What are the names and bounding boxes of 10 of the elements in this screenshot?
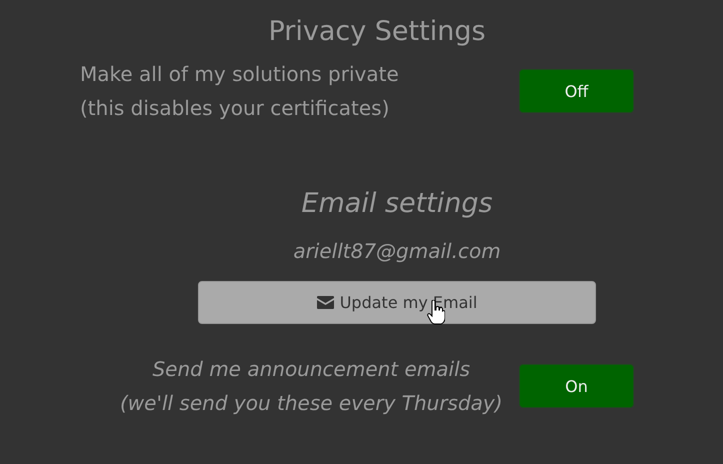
toggle-button[interactable]: On xyxy=(519,364,634,408)
toggle-button[interactable]: Off xyxy=(519,69,634,113)
setting-label: Make all of my solutions private xyxy=(80,61,399,88)
setting-label: Send me announcement emails xyxy=(151,356,472,383)
section-title: Privacy Settings xyxy=(267,15,487,49)
section-title: Email settings xyxy=(300,187,494,221)
setting-label: (this disables your certificates) xyxy=(80,95,390,122)
email-address: ariellt87@gmail.com xyxy=(292,238,502,265)
envelope-icon xyxy=(316,296,334,309)
setting-label: (we'll send you these every Thursday) xyxy=(120,390,503,417)
